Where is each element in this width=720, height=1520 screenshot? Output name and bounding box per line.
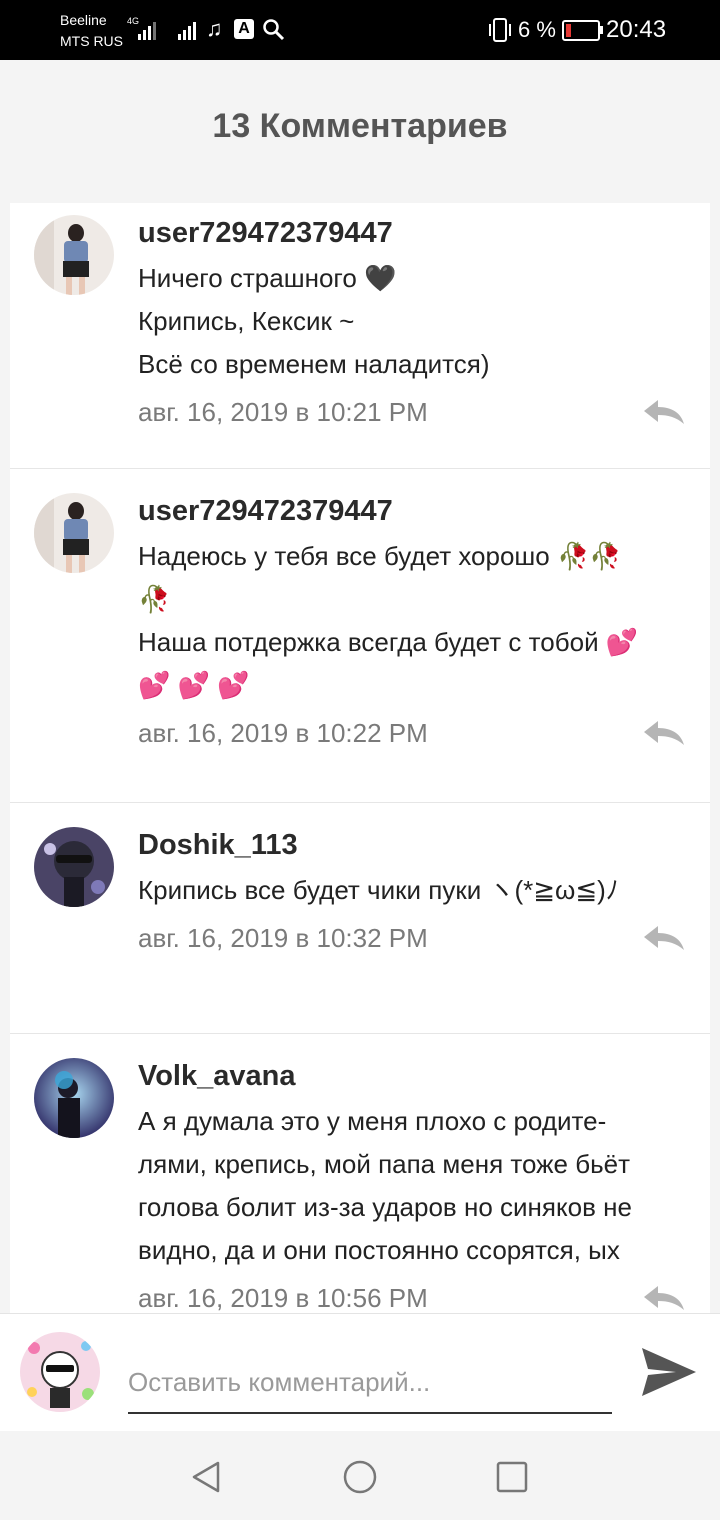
square-recent-icon[interactable] [494, 1459, 530, 1495]
comment-item: user729472379447 Надеюсь у тебя все буде… [10, 469, 710, 803]
battery-icon [562, 20, 603, 41]
avatar[interactable] [34, 493, 114, 573]
vibrate-icon [486, 17, 514, 48]
app-notification-icon: A [234, 19, 254, 39]
comment-author[interactable]: user729472379447 [138, 493, 686, 529]
status-bar: Beeline MTS RUS 4G ♫ A 6 % 20:43 [0, 0, 720, 60]
comment-text-line: лями, крепись, мой папа меня тоже бьёт [138, 1149, 631, 1179]
comment-text-line: А я думала это у меня плохо с родите- [138, 1106, 607, 1136]
comment-text-line: Ничего страшного 🖤 [138, 263, 397, 293]
comment-text-line: голова болит из-за ударов но синяков не [138, 1192, 632, 1222]
comment-meta: авг. 16, 2019 в 10:21 PM [138, 392, 686, 468]
signal-1-icon [138, 18, 156, 40]
send-icon[interactable] [640, 1344, 698, 1400]
comment-text-line: Надеюсь у тебя все будет хорошо 🥀🥀 [138, 541, 622, 571]
comment-item: Volk_avana А я думала это у меня плохо с… [10, 1034, 710, 1313]
signal-2-icon [178, 18, 196, 40]
clock: 20:43 [606, 16, 667, 43]
avatar[interactable] [34, 827, 114, 907]
comment-text-line: 💕 💕 💕 [138, 670, 250, 700]
comment-meta: авг. 16, 2019 в 10:56 PM [138, 1278, 686, 1313]
carrier-2: MTS RUS [60, 33, 123, 49]
comment-text-line: Всё со временем наладится) [138, 349, 490, 379]
comment-list: user729472379447 Ничего страшного 🖤 Крип… [10, 203, 710, 1313]
comment-text-line: Наша потдержка всегда будет с тобой 💕 [138, 627, 639, 657]
comment-date: авг. 16, 2019 в 10:32 PM [138, 923, 428, 953]
comment-text-line: 🥀 [138, 584, 171, 614]
comment-meta: авг. 16, 2019 в 10:32 PM [138, 918, 686, 994]
comment-list-viewport[interactable]: user729472379447 Ничего страшного 🖤 Крип… [0, 203, 720, 1313]
my-avatar[interactable] [20, 1332, 100, 1412]
comment-text-line: видно, да и они постоянно ссорятся, ых [138, 1235, 620, 1265]
system-nav-bar [0, 1431, 720, 1520]
comment-author[interactable]: Volk_avana [138, 1058, 686, 1094]
reply-arrow-icon[interactable] [642, 398, 686, 426]
comment-date: авг. 16, 2019 в 10:22 PM [138, 718, 428, 748]
reply-arrow-icon[interactable] [642, 719, 686, 747]
reply-arrow-icon[interactable] [642, 924, 686, 952]
carrier-info: Beeline MTS RUS [60, 10, 123, 52]
page-title: 13 Комментариев [212, 107, 508, 145]
search-icon [262, 18, 286, 47]
comment-date: авг. 16, 2019 в 10:56 PM [138, 1283, 428, 1313]
comment-author[interactable]: user729472379447 [138, 215, 686, 251]
comment-item: user729472379447 Ничего страшного 🖤 Крип… [10, 203, 710, 469]
comment-text-line: Крипись все будет чики пуки ヽ(*≧ω≦)ﾉ [138, 875, 619, 905]
avatar[interactable] [34, 215, 114, 295]
carrier-1: Beeline [60, 12, 107, 28]
comments-header: 13 Комментариев [0, 60, 720, 203]
avatar[interactable] [34, 1058, 114, 1138]
comment-input[interactable] [128, 1352, 612, 1414]
triangle-back-icon[interactable] [188, 1459, 224, 1495]
music-icon: ♫ [206, 16, 223, 41]
comment-author[interactable]: Doshik_113 [138, 827, 686, 863]
reply-arrow-icon[interactable] [642, 1284, 686, 1312]
comment-date: авг. 16, 2019 в 10:21 PM [138, 397, 428, 427]
battery-percent: 6 % [518, 17, 556, 42]
comment-input-bar [0, 1313, 720, 1432]
comment-text-line: Крипись, Кексик ~ [138, 306, 355, 336]
comment-meta: авг. 16, 2019 в 10:22 PM [138, 713, 686, 789]
circle-home-icon[interactable] [342, 1459, 378, 1495]
comment-item: Doshik_113 Крипись все будет чики пуки ヽ… [10, 803, 710, 1034]
